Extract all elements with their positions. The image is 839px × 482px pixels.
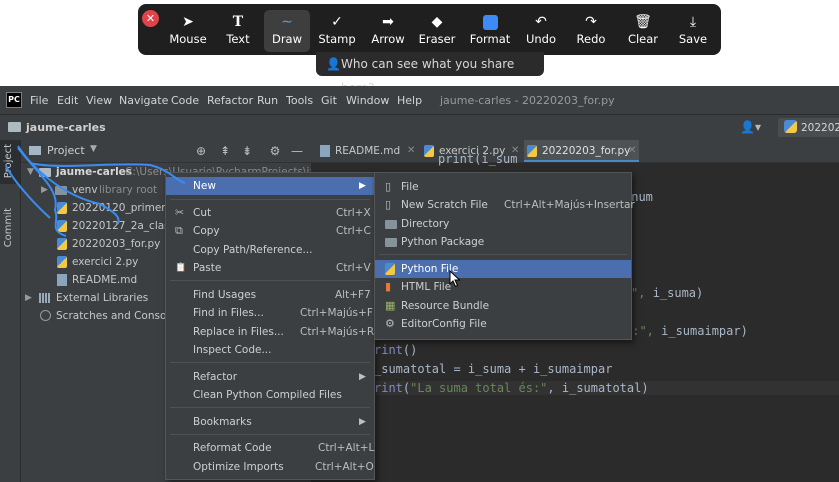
drawing-annotations: [5, 145, 186, 237]
annotation-stroke: [29, 162, 186, 184]
annotation-stroke: [17, 145, 120, 225]
mouse-cursor-icon: [449, 270, 461, 288]
